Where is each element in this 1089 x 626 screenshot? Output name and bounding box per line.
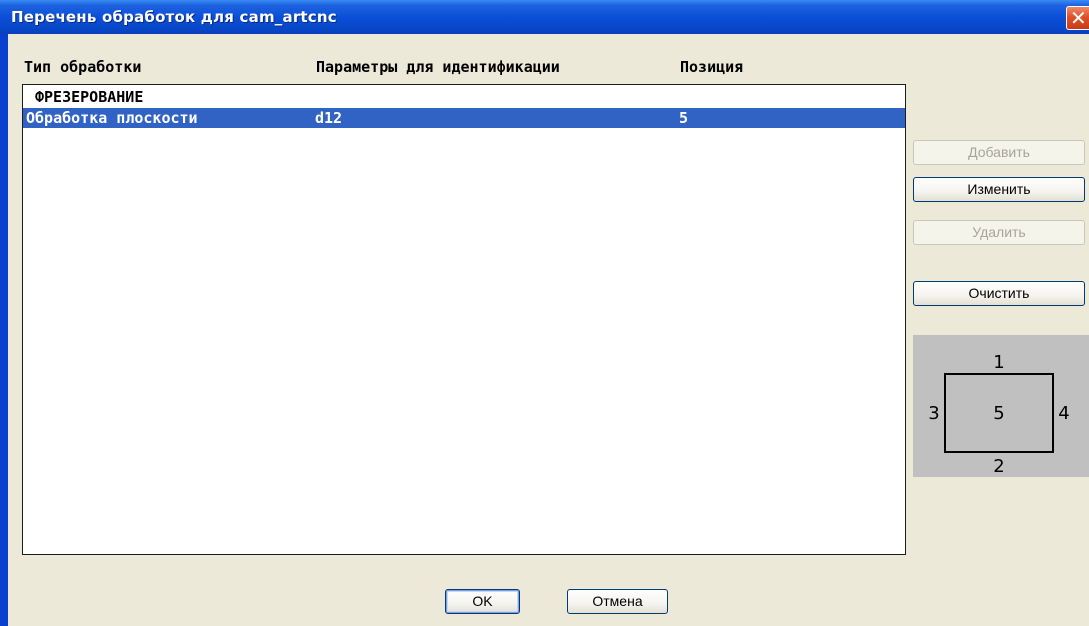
position-diagram: 1 2 3 4 5: [913, 335, 1089, 477]
list-item[interactable]: Обработка плоскости d12 5: [23, 108, 905, 128]
dialog-window: Перечень обработок для cam_artcnc ✕ Тип …: [0, 0, 1089, 626]
position-diagram-graphic: 1 2 3 4 5: [928, 352, 1069, 477]
item-position: 5: [679, 109, 689, 127]
column-header-params[interactable]: Параметры для идентификации: [316, 58, 560, 76]
column-header-position[interactable]: Позиция: [680, 58, 743, 76]
window-title: Перечень обработок для cam_artcnc: [11, 8, 337, 26]
position-label-top: 1: [993, 352, 1004, 373]
ok-button[interactable]: OK: [445, 589, 520, 614]
clear-button[interactable]: Очистить: [913, 281, 1085, 306]
position-label-bottom: 2: [993, 456, 1004, 477]
position-label-right: 4: [1058, 403, 1069, 424]
operations-list[interactable]: ФРЕЗЕРОВАНИЕ Обработка плоскости d12 5: [22, 84, 906, 555]
delete-button[interactable]: Удалить: [913, 220, 1085, 245]
add-button[interactable]: Добавить: [913, 140, 1085, 165]
column-header-type[interactable]: Тип обработки: [24, 58, 141, 76]
close-icon: ✕: [1070, 6, 1087, 30]
edit-button[interactable]: Изменить: [913, 177, 1085, 202]
item-params: d12: [315, 109, 343, 127]
position-label-center: 5: [993, 403, 1004, 424]
close-button[interactable]: ✕: [1066, 6, 1089, 30]
title-bar[interactable]: Перечень обработок для cam_artcnc ✕: [0, 0, 1089, 34]
position-label-left: 3: [928, 403, 939, 424]
list-group-header[interactable]: ФРЕЗЕРОВАНИЕ: [23, 87, 905, 107]
item-type: Обработка плоскости: [26, 109, 198, 127]
group-label: ФРЕЗЕРОВАНИЕ: [35, 88, 144, 106]
cancel-button[interactable]: Отмена: [567, 589, 668, 614]
